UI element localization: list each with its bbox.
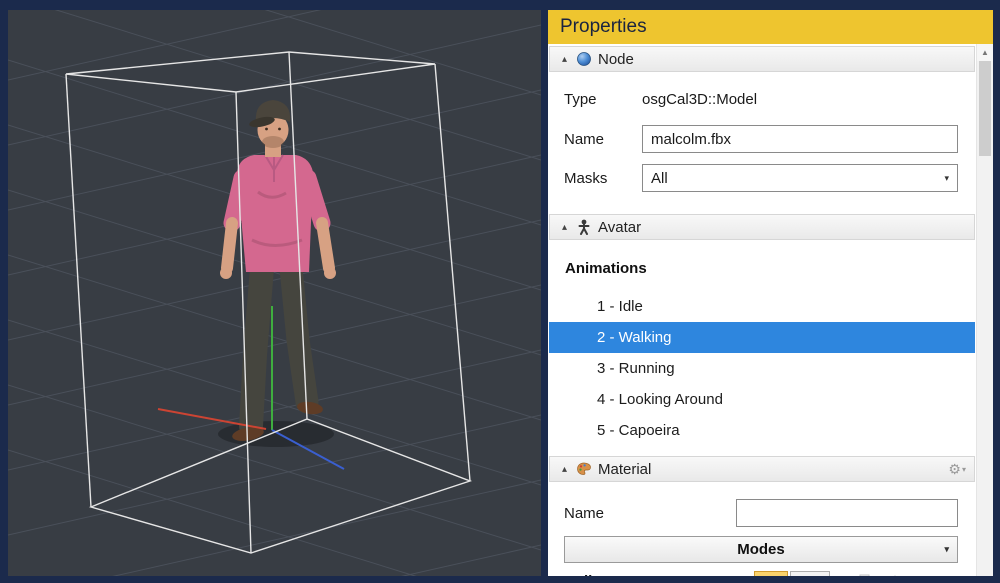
section-header-avatar[interactable]: ▴ Avatar [549, 214, 975, 240]
cull-face-row: Cull Face On Off [564, 571, 958, 576]
masks-dropdown[interactable]: All ▾ [642, 164, 958, 192]
vertical-scrollbar[interactable]: ▲ [976, 44, 993, 576]
animations-list: 1 - Idle 2 - Walking 3 - Running 4 - Loo… [548, 291, 976, 446]
animation-item[interactable]: 1 - Idle [549, 291, 975, 322]
avatar-icon [576, 219, 592, 235]
properties-panel: Properties ▴ Node [548, 10, 993, 576]
section-header-node[interactable]: ▴ Node [549, 46, 975, 72]
material-name-input[interactable] [736, 499, 958, 527]
cull-face-on-button[interactable]: On [754, 571, 788, 576]
chevron-down-icon: ▾ [962, 465, 966, 474]
material-name-label: Name [564, 505, 736, 522]
3d-viewport[interactable] [8, 10, 541, 576]
chevron-down-icon: ▾ [944, 544, 949, 555]
modes-dropdown-button[interactable]: Modes ▾ [564, 536, 958, 563]
scrollbar-thumb[interactable] [979, 61, 991, 156]
material-palette-icon [576, 461, 592, 477]
node-icon [576, 51, 592, 67]
edit-icon [884, 573, 900, 576]
chevron-down-icon: ▾ [944, 173, 949, 184]
masks-label: Masks [564, 170, 642, 187]
cull-face-off-button[interactable]: Off [790, 571, 830, 576]
animation-item[interactable]: 2 - Walking [549, 322, 975, 353]
collapse-arrow-icon: ▴ [559, 464, 570, 475]
type-row: Type osgCal3D::Model [564, 86, 958, 112]
panel-content: ▴ Node Type osgCal3D::Mode [548, 44, 976, 576]
animation-item[interactable]: 3 - Running [549, 353, 975, 384]
copy-icon [858, 573, 874, 576]
scroll-up-icon: ▲ [981, 48, 989, 57]
section-label: Node [598, 51, 634, 68]
animation-item[interactable]: 4 - Looking Around [549, 384, 975, 415]
animations-title: Animations [565, 260, 976, 277]
cull-face-label: Cull Face [564, 571, 754, 576]
disabled-actions [858, 571, 900, 576]
name-row: Name [564, 124, 958, 154]
panel-title: Properties [548, 10, 993, 44]
masks-value: All [651, 170, 668, 187]
gear-glyph: ⚙ [948, 461, 961, 477]
collapse-arrow-icon: ▴ [559, 54, 570, 65]
section-label: Avatar [598, 219, 641, 236]
node-fields: Type osgCal3D::Model Name Masks All ▾ [548, 72, 976, 206]
type-value: osgCal3D::Model [642, 91, 757, 108]
section-label: Material [598, 461, 651, 478]
app-window: Properties ▴ Node [0, 0, 1000, 583]
gear-icon[interactable]: ⚙▾ [948, 461, 966, 478]
animation-item[interactable]: 5 - Capoeira [549, 415, 975, 446]
panel-body: ▴ Node Type osgCal3D::Mode [548, 44, 993, 576]
scroll-up-button[interactable]: ▲ [977, 44, 993, 61]
section-header-material[interactable]: ▴ Material ⚙▾ [549, 456, 975, 482]
name-input[interactable] [642, 125, 958, 153]
name-label: Name [564, 131, 642, 148]
modes-label: Modes [737, 541, 785, 558]
type-label: Type [564, 91, 642, 108]
material-name-row: Name [564, 498, 958, 528]
collapse-arrow-icon: ▴ [559, 222, 570, 233]
ground-grid [8, 10, 541, 576]
scene-svg [8, 10, 541, 576]
masks-row: Masks All ▾ [564, 163, 958, 193]
